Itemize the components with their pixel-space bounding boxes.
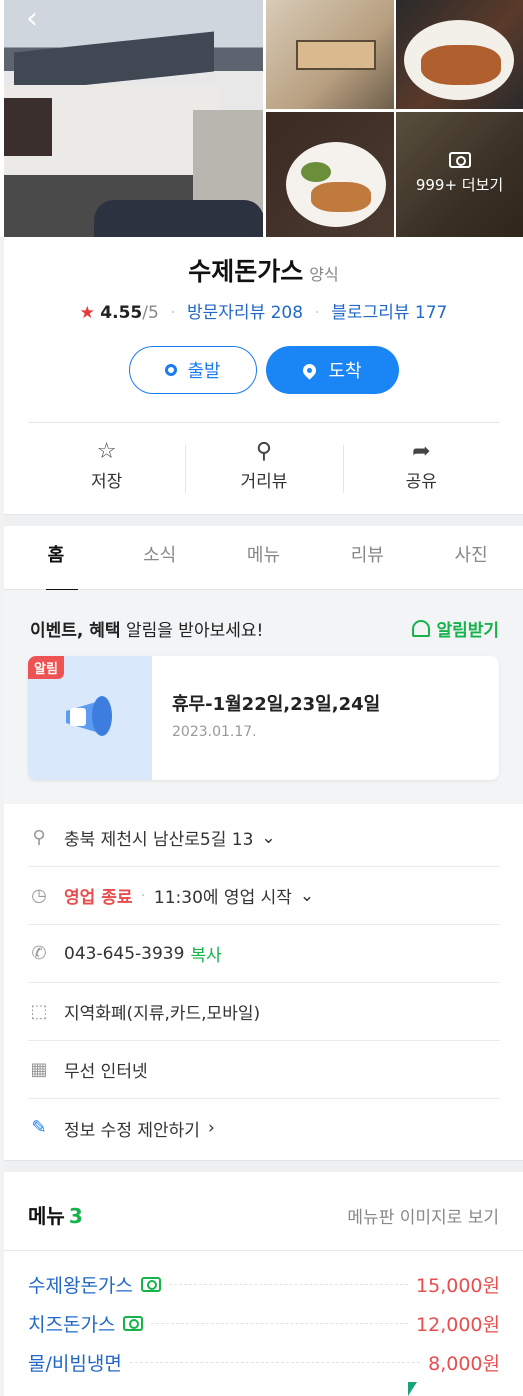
place-stats: ★ 4.55/5 · 방문자리뷰 208 · 블로그리뷰 177	[79, 303, 448, 323]
tab-menu[interactable]: 메뉴	[212, 526, 316, 589]
chevron-down-icon: ⌄	[261, 827, 276, 848]
menu-item-price: 15,000원	[416, 1274, 500, 1297]
menu-item-price: 12,000원	[416, 1313, 500, 1336]
edit-suggestion-row[interactable]: ✎ 정보 수정 제안하기 ›	[28, 1099, 500, 1157]
place-category: 양식	[309, 265, 339, 284]
bell-icon	[412, 620, 431, 637]
arrive-label: 도착	[328, 361, 362, 382]
photo-food-2[interactable]	[266, 112, 394, 237]
business-hours: 11:30에 영업 시작	[153, 888, 292, 908]
phone-icon: ✆	[31, 942, 47, 964]
photo-gallery[interactable]: 999+ 더보기	[4, 0, 523, 237]
subscribe-label: 알림받기	[436, 621, 499, 641]
phone-row[interactable]: ✆ 043-645-3939 복사	[28, 925, 500, 983]
tab-home[interactable]: 홈	[4, 526, 108, 591]
business-status: 영업 종료	[64, 888, 133, 908]
back-icon[interactable]: ‹	[26, 4, 38, 34]
notice-title: 휴무-1월22일,23일,24일	[172, 694, 381, 715]
photo-main[interactable]	[4, 0, 263, 237]
wifi-row: ▦ 무선 인터넷	[28, 1041, 500, 1099]
camera-icon	[448, 152, 471, 168]
phone-number: 043-645-3939	[64, 943, 185, 964]
payment-row: ⬚ 지역화폐(지류,카드,모바일)	[28, 983, 500, 1041]
star-icon: ★	[79, 303, 95, 323]
payment-icon: ⬚	[30, 1000, 48, 1022]
rating-value: 4.55	[100, 303, 143, 323]
start-button[interactable]: 출발	[129, 346, 257, 394]
camera-icon	[123, 1315, 144, 1331]
share-label: 공유	[405, 472, 437, 492]
tab-bar: 홈 소식 메뉴 리뷰 사진	[4, 526, 523, 591]
photo-food-1[interactable]	[396, 0, 523, 109]
street-view-button[interactable]: ⚲ 거리뷰	[185, 423, 342, 514]
map-pin-icon: ⚲	[255, 439, 273, 464]
menu-divider	[4, 1250, 523, 1251]
wifi-text: 무선 인터넷	[64, 1062, 148, 1082]
notice-heading: 이벤트, 혜택 알림을 받아보세요!	[30, 621, 264, 641]
chevron-down-icon: ⌄	[299, 885, 315, 906]
address-row[interactable]: ⚲ 충북 제천시 남산로5길 13 ⌄	[28, 809, 500, 867]
notice-date: 2023.01.17.	[172, 724, 257, 740]
start-label: 출발	[187, 361, 221, 382]
location-icon: ⚲	[32, 826, 46, 848]
address-text: 충북 제천시 남산로5길 13	[64, 830, 254, 850]
menu-item-name: 물/비빔냉면	[28, 1352, 122, 1375]
camera-icon	[140, 1276, 161, 1292]
menu-heading: 메뉴 3	[28, 1204, 83, 1228]
star-outline-icon: ☆	[96, 439, 117, 464]
photo-interior[interactable]	[266, 0, 394, 109]
location-pin-icon	[300, 360, 320, 380]
more-photos-label: 999+ 더보기	[415, 176, 504, 194]
tab-reviews[interactable]: 리뷰	[315, 526, 419, 589]
tab-news[interactable]: 소식	[108, 526, 212, 589]
chevron-right-icon: ›	[207, 1118, 215, 1138]
share-button[interactable]: ➦ 공유	[342, 423, 500, 514]
megaphone-icon	[66, 694, 118, 742]
menu-item[interactable]: 치즈돈가스 12,000원	[28, 1308, 500, 1338]
place-header: 수제돈가스 양식	[4, 252, 523, 288]
photo-more[interactable]: 999+ 더보기	[396, 112, 523, 237]
section-divider	[4, 514, 523, 526]
arrive-button[interactable]: 도착	[266, 346, 399, 394]
section-divider	[4, 1160, 523, 1172]
place-name: 수제돈가스	[188, 257, 304, 286]
save-label: 저장	[91, 472, 123, 492]
menu-item-name: 치즈돈가스	[28, 1313, 116, 1336]
origin-icon	[165, 364, 178, 376]
tab-photos[interactable]: 사진	[419, 526, 523, 589]
clock-icon: ◷	[31, 884, 47, 906]
menu-item[interactable]: 물/비빔냉면 8,000원	[28, 1347, 500, 1377]
payment-text: 지역화폐(지류,카드,모바일)	[64, 1004, 261, 1024]
menu-item-price: 8,000원	[428, 1352, 500, 1375]
copy-button[interactable]: 복사	[190, 941, 221, 966]
pencil-icon: ✎	[31, 1117, 47, 1138]
store-icon: ▦	[30, 1058, 48, 1080]
page-edge	[0, 237, 4, 1396]
menu-count: 3	[68, 1204, 83, 1228]
mouse-cursor	[408, 1382, 417, 1396]
hours-row[interactable]: ◷ 영업 종료 · 11:30에 영업 시작 ⌄	[28, 867, 500, 925]
notice-card[interactable]: 알림 휴무-1월22일,23일,24일 2023.01.17.	[28, 656, 499, 780]
rating-max: /5	[142, 303, 159, 323]
notice-badge: 알림	[28, 656, 64, 679]
visitor-reviews-link[interactable]: 방문자리뷰 208	[187, 303, 303, 323]
street-view-label: 거리뷰	[240, 472, 288, 492]
notice-section: 이벤트, 혜택 알림을 받아보세요! 알림받기 알림 휴무-1월22일,23일,…	[4, 590, 523, 804]
save-button[interactable]: ☆ 저장	[28, 423, 185, 514]
menu-image-link[interactable]: 메뉴판 이미지로 보기	[347, 1203, 499, 1228]
blog-reviews-link[interactable]: 블로그리뷰 177	[331, 303, 447, 323]
menu-item-name: 수제왕돈가스	[28, 1274, 133, 1297]
edit-suggestion-text: 정보 수정 제안하기	[64, 1120, 200, 1141]
action-bar: ☆ 저장 ⚲ 거리뷰 ➦ 공유	[28, 422, 500, 514]
share-icon: ➦	[412, 439, 431, 464]
menu-item[interactable]: 수제왕돈가스 15,000원	[28, 1269, 500, 1299]
subscribe-button[interactable]: 알림받기	[412, 616, 499, 641]
